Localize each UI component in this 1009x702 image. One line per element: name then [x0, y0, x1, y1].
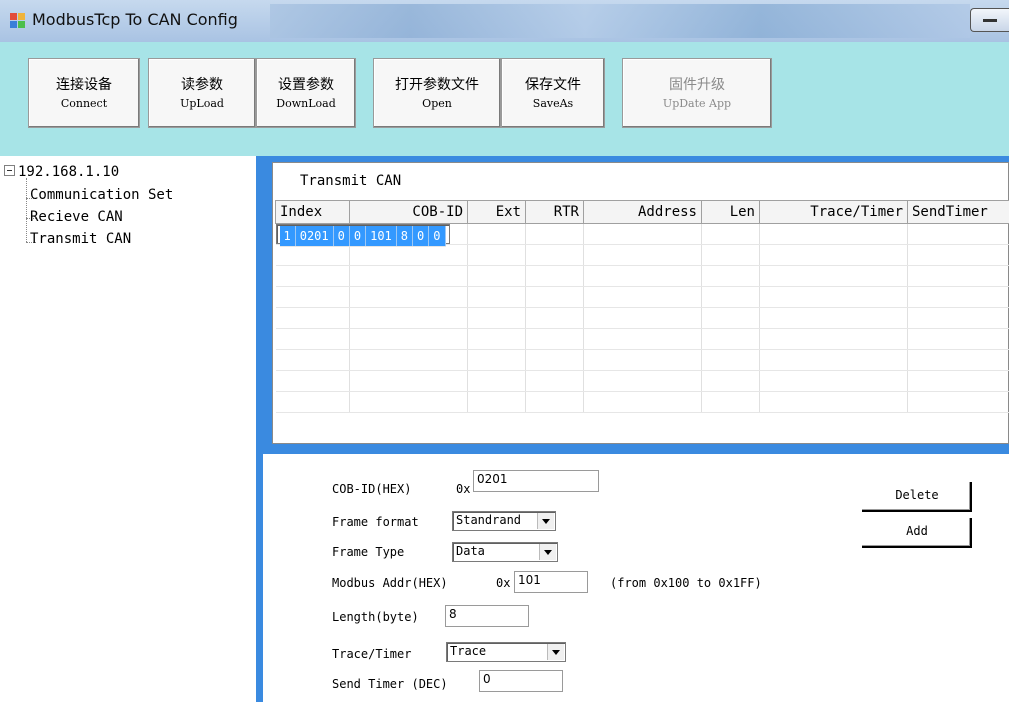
minimize-icon: [983, 19, 997, 22]
upload-button-cn: 读参数: [181, 77, 223, 93]
column-header[interactable]: Index: [275, 200, 350, 224]
frame-format-label: Frame format: [332, 515, 419, 529]
dropdown-arrow-icon[interactable]: [547, 644, 564, 660]
length-label: Length(byte): [332, 610, 419, 624]
cobid-input[interactable]: 0201: [473, 470, 599, 492]
column-header[interactable]: Ext: [467, 200, 526, 224]
tree-connector: [26, 178, 27, 242]
tree-item-recieve-can[interactable]: Recieve CAN: [30, 209, 123, 225]
upload-button-en: UpLoad: [180, 97, 224, 110]
table-cell[interactable]: 101: [365, 226, 397, 247]
table-cell[interactable]: 0: [428, 226, 446, 247]
dropdown-arrow-icon[interactable]: [537, 513, 554, 529]
app-icon: [10, 13, 26, 29]
modbus-addr-prefix: 0x: [496, 576, 511, 590]
column-header[interactable]: RTR: [525, 200, 584, 224]
update-app-button-en: UpDate App: [662, 97, 732, 110]
tree-item-transmit-can[interactable]: Transmit CAN: [30, 231, 131, 247]
window-title: ModbusTcp To CAN Config: [32, 10, 238, 29]
table-row-empty: [275, 391, 1009, 413]
open-button-en: Open: [422, 97, 452, 110]
update-app-button[interactable]: 固件升级 UpDate App: [622, 58, 772, 128]
title-bar-background: [270, 4, 970, 38]
length-input[interactable]: 8: [445, 605, 529, 627]
tree-root[interactable]: 192.168.1.10: [4, 164, 119, 180]
cobid-prefix: 0x: [456, 482, 471, 496]
delete-button[interactable]: Delete: [862, 482, 972, 512]
frame-type-value: Data: [456, 544, 485, 558]
column-header[interactable]: Trace/Timer: [759, 200, 908, 224]
table-row-empty: [275, 307, 1009, 329]
title-bar: ModbusTcp To CAN Config: [0, 0, 1009, 42]
transmit-can-table: Index COB-ID Ext RTR Address Len Trace/T…: [275, 200, 1009, 413]
table-cell[interactable]: 0: [333, 226, 350, 247]
table-row-empty: [275, 349, 1009, 371]
connect-button[interactable]: 连接设备 Connect: [28, 58, 140, 128]
download-button-cn: 设置参数: [278, 77, 334, 93]
minimize-button[interactable]: [970, 8, 1009, 32]
collapse-icon[interactable]: [4, 164, 15, 176]
send-timer-label: Send Timer (DEC): [332, 677, 448, 691]
modbus-addr-label: Modbus Addr(HEX): [332, 576, 448, 590]
cobid-label: COB-ID(HEX): [332, 482, 412, 496]
trace-timer-value: Trace: [450, 644, 487, 658]
table-cell[interactable]: 8: [396, 226, 414, 247]
column-header[interactable]: SendTimer: [907, 200, 1009, 224]
upload-button[interactable]: 读参数 UpLoad: [148, 58, 256, 128]
trace-timer-select[interactable]: Trace: [446, 642, 566, 662]
group-title: Transmit CAN: [300, 173, 402, 189]
column-header[interactable]: Address: [583, 200, 702, 224]
tree-root-label: 192.168.1.10: [18, 164, 120, 180]
modbus-addr-hint: (from 0x100 to 0x1FF): [610, 576, 762, 590]
trace-timer-label: Trace/Timer: [332, 647, 412, 661]
table-header-row: Index COB-ID Ext RTR Address Len Trace/T…: [275, 200, 1009, 224]
download-button-en: DownLoad: [276, 97, 336, 110]
download-button[interactable]: 设置参数 DownLoad: [256, 58, 356, 128]
dropdown-arrow-icon[interactable]: [539, 544, 556, 560]
table-row[interactable]: 1 0201 0 0 101 8 0 0: [275, 224, 450, 247]
saveas-button[interactable]: 保存文件 SaveAs: [501, 58, 605, 128]
column-header[interactable]: COB-ID: [349, 200, 468, 224]
table-row-empty: [275, 370, 1009, 392]
table-cell[interactable]: 0: [412, 226, 430, 247]
table-row-empty: [275, 328, 1009, 350]
tree-item-communication-set[interactable]: Communication Set: [30, 187, 173, 203]
open-button[interactable]: 打开参数文件 Open: [373, 58, 501, 128]
connect-button-cn: 连接设备: [56, 77, 112, 93]
saveas-button-en: SaveAs: [532, 97, 574, 110]
connect-button-en: Connect: [60, 97, 108, 110]
modbus-addr-input[interactable]: 101: [514, 571, 588, 593]
table-row-empty: [275, 244, 1009, 266]
table-row-empty: [275, 265, 1009, 287]
frame-type-select[interactable]: Data: [452, 542, 558, 562]
table-row-empty: [275, 286, 1009, 308]
saveas-button-cn: 保存文件: [525, 77, 581, 93]
table-cell[interactable]: 0201: [295, 226, 334, 247]
column-header[interactable]: Len: [701, 200, 760, 224]
device-tree: 192.168.1.10 Communication Set Recieve C…: [0, 156, 256, 702]
send-timer-input[interactable]: 0: [479, 670, 563, 692]
frame-type-label: Frame Type: [332, 545, 405, 559]
update-app-button-cn: 固件升级: [669, 77, 725, 93]
add-button[interactable]: Add: [862, 518, 972, 548]
frame-format-value: Standrand: [456, 513, 522, 527]
open-button-cn: 打开参数文件: [395, 77, 479, 93]
frame-format-select[interactable]: Standrand: [452, 511, 556, 531]
table-cell[interactable]: 1: [279, 226, 296, 247]
table-cell[interactable]: 0: [349, 226, 367, 247]
